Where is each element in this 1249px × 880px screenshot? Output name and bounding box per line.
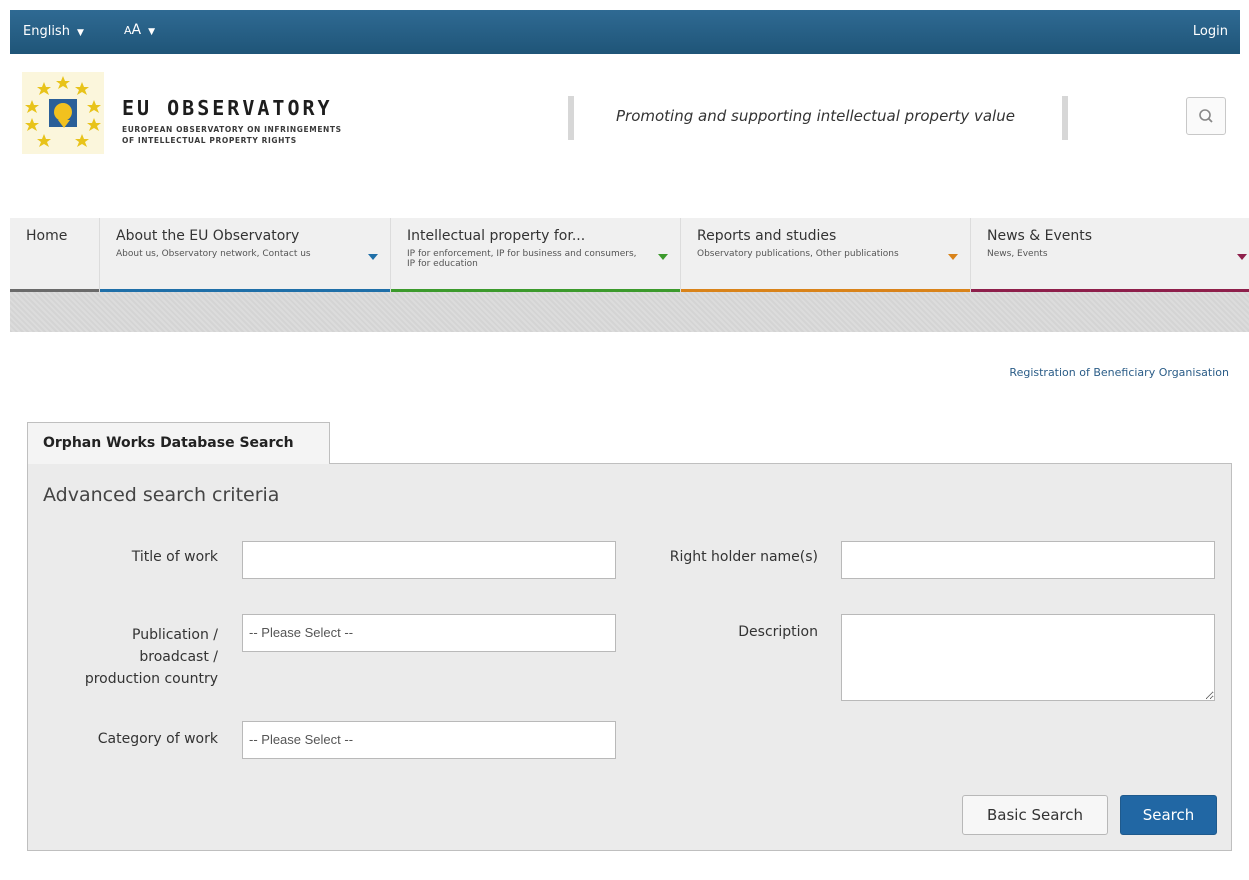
right-holder-label: Right holder name(s) — [669, 549, 818, 565]
nav-home[interactable]: Home — [10, 218, 100, 292]
description-textarea[interactable] — [841, 614, 1215, 701]
search-button[interactable]: Search — [1120, 795, 1217, 835]
login-link[interactable]: Login — [1193, 24, 1228, 39]
nav-home-label: Home — [26, 228, 68, 244]
description-label: Description — [738, 624, 818, 640]
country-label-line: broadcast / — [139, 649, 218, 665]
category-select-value: -- Please Select -- — [249, 732, 354, 747]
decorative-texture-strip — [10, 292, 1249, 332]
search-icon — [1199, 109, 1213, 123]
chevron-down-icon: ▼ — [76, 28, 84, 38]
nav-intellectual-property[interactable]: Intellectual property for... IP for enfo… — [391, 218, 681, 292]
chevron-down-icon — [368, 254, 378, 260]
nav-item-title: Intellectual property for... — [407, 228, 586, 244]
country-select[interactable]: -- Please Select -- — [242, 614, 616, 652]
nav-about[interactable]: About the EU Observatory About us, Obser… — [100, 218, 391, 292]
brand-title: EU OBSERVATORY — [122, 96, 333, 120]
title-of-work-input[interactable] — [242, 541, 616, 579]
category-select[interactable]: -- Please Select -- — [242, 721, 616, 759]
font-size-selector[interactable]: AA ▼ — [124, 22, 155, 38]
top-utility-bar: English ▼ AA ▼ Login — [10, 10, 1240, 54]
language-label: English — [23, 24, 70, 39]
nav-item-subtitle: About us, Observatory network, Contact u… — [116, 249, 311, 259]
chevron-down-icon — [948, 254, 958, 260]
nav-news-events[interactable]: News & Events News, Events — [971, 218, 1249, 292]
advanced-search-panel: Advanced search criteria Title of work R… — [27, 463, 1232, 851]
registration-link[interactable]: Registration of Beneficiary Organisation — [1009, 366, 1229, 379]
title-of-work-label: Title of work — [131, 549, 218, 565]
chevron-down-icon — [1237, 254, 1247, 260]
panel-heading: Advanced search criteria — [43, 484, 280, 506]
font-size-small-label: A — [124, 24, 132, 37]
site-search-button[interactable] — [1186, 97, 1226, 135]
nav-item-title: News & Events — [987, 228, 1093, 244]
brand-subtitle-line: OF INTELLECTUAL PROPERTY RIGHTS — [122, 136, 297, 145]
nav-reports[interactable]: Reports and studies Observatory publicat… — [681, 218, 971, 292]
right-holder-input[interactable] — [841, 541, 1215, 579]
nav-item-subtitle: Observatory publications, Other publicat… — [697, 249, 899, 259]
nav-item-title: Reports and studies — [697, 228, 837, 244]
tab-orphan-works-search[interactable]: Orphan Works Database Search — [27, 422, 330, 464]
main-navigation: Home About the EU Observatory About us, … — [10, 218, 1249, 292]
country-label-line: production country — [84, 671, 218, 687]
eu-observatory-logo[interactable] — [22, 72, 104, 154]
brand-subtitle: EUROPEAN OBSERVATORY ON INFRINGEMENTS OF… — [122, 124, 442, 146]
tagline-banner: Promoting and supporting intellectual pr… — [568, 96, 1068, 140]
language-selector[interactable]: English ▼ — [23, 24, 84, 39]
font-size-big-label: A — [131, 22, 142, 38]
tagline: Promoting and supporting intellectual pr… — [616, 107, 1015, 125]
nav-item-title: About the EU Observatory — [116, 228, 300, 244]
country-label: Publication / broadcast / production cou… — [48, 624, 218, 690]
tab-label: Orphan Works Database Search — [43, 435, 294, 451]
nav-item-subtitle: News, Events — [987, 249, 1048, 259]
country-select-value: -- Please Select -- — [249, 625, 354, 640]
chevron-down-icon — [658, 254, 668, 260]
brand-subtitle-line: EUROPEAN OBSERVATORY ON INFRINGEMENTS — [122, 125, 342, 134]
basic-search-button[interactable]: Basic Search — [962, 795, 1108, 835]
category-label: Category of work — [97, 731, 218, 747]
country-label-line: Publication / — [132, 627, 218, 643]
chevron-down-icon: ▼ — [148, 27, 156, 37]
nav-item-subtitle: IP for enforcement, IP for business and … — [407, 249, 637, 269]
